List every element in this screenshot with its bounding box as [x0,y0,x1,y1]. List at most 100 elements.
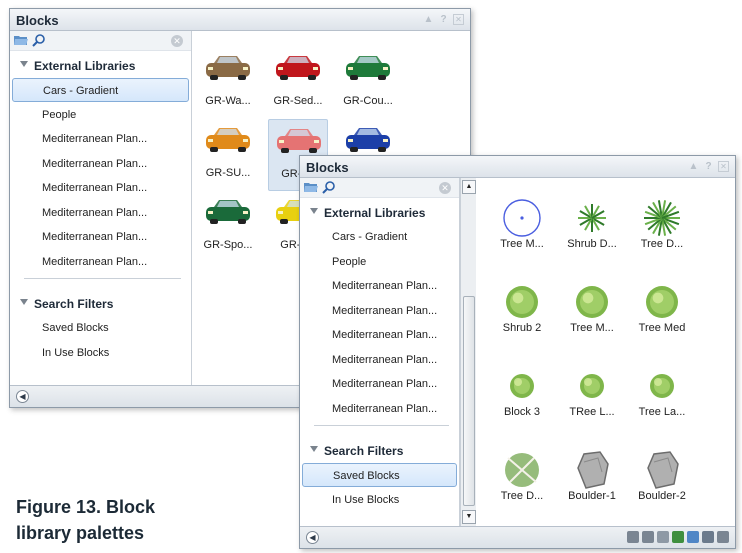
tree-section-label: Search Filters [324,444,404,458]
block-tile[interactable]: Boulder-2 [632,442,692,514]
library-toolbar: ✕ [10,31,191,51]
block-icon[interactable] [627,531,639,543]
tree-item[interactable]: Mediterranean Plan... [12,201,189,225]
palette-title: Blocks [306,160,349,175]
scroll-thumb[interactable] [463,296,475,506]
tree-item[interactable]: Mediterranean Plan... [12,250,189,274]
search-icon[interactable] [32,34,45,47]
block-tile[interactable]: GR-Spo... [198,191,258,263]
tree-section-header[interactable]: Search Filters [300,439,459,463]
front-blocks-palette: Blocks ▲ ? ✕ ✕ External Libraries Cars - … [299,155,736,549]
tree-item[interactable]: Mediterranean Plan... [302,299,457,323]
tree-item-label: Cars - Gradient [43,85,119,97]
tree-item[interactable]: Mediterranean Plan... [12,176,189,200]
expand-triangle-icon[interactable] [310,208,318,214]
block-grid: Tree M... Shrub D... Tree D... Shrub 2 Tree … [480,178,735,526]
palette-titlebar[interactable]: Blocks ▲ ? ✕ [300,156,735,178]
palette-actions [627,531,729,543]
block-label: Boulder-2 [638,490,686,502]
palette-titlebar[interactable]: Blocks ▲ ? ✕ [10,9,470,31]
block-label: Tree Med [638,322,686,334]
tree-item[interactable]: Saved Blocks [302,463,457,487]
folder-open-icon[interactable] [304,182,318,193]
navigate-back-icon[interactable]: ◀ [306,531,319,544]
tree-item-label: Mediterranean Plan... [42,206,148,219]
library-toolbar: ✕ [300,178,459,198]
block-tile[interactable]: Tree D... [632,190,692,262]
tree-item-label: In Use Blocks [332,493,400,506]
tree-item[interactable]: In Use Blocks [302,488,457,512]
palette-statusbar: ◀ [300,526,735,548]
block-label: Shrub D... [567,238,617,250]
block-tile[interactable]: Boulder-1 [562,442,622,514]
tree-item[interactable]: Mediterranean Plan... [12,127,189,151]
folder-icon[interactable] [687,531,699,543]
block-label: GR-Wa... [205,95,251,107]
expand-triangle-icon[interactable] [20,61,28,67]
block-icon[interactable] [642,531,654,543]
folder-open-icon[interactable] [14,35,28,46]
tree-item[interactable]: Cars - Gradient [12,78,189,102]
tree-item[interactable]: People [12,103,189,127]
tree-item[interactable]: Mediterranean Plan... [302,323,457,347]
block-tile[interactable]: GR-SU... [198,119,258,191]
block-tile[interactable]: Block 3 [492,358,552,430]
tree-icon[interactable] [672,531,684,543]
block-tile[interactable]: Tree D... [492,442,552,514]
tree-section-header[interactable]: Search Filters [10,292,191,316]
block-tile[interactable]: GR-Sed... [268,47,328,119]
tree-item[interactable]: Mediterranean Plan... [302,348,457,372]
tree-item[interactable]: Saved Blocks [12,316,189,340]
block-tile[interactable]: Tree M... [562,274,622,346]
section-divider [314,425,449,426]
close-icon[interactable]: ✕ [718,161,729,172]
tree-item-label: Mediterranean Plan... [332,304,438,317]
block-tile[interactable]: TRee L... [562,358,622,430]
block-label: GR-SU... [205,167,251,179]
tree-item[interactable]: Mediterranean Plan... [302,372,457,396]
tree-section-label: Search Filters [34,297,114,311]
help-icon[interactable]: ? [438,14,449,25]
tree-scrollbar[interactable]: ▲ ▼ [460,178,476,526]
pin-icon[interactable]: ▲ [423,14,434,25]
tree-item[interactable]: People [302,250,457,274]
close-icon[interactable]: ✕ [453,14,464,25]
section-divider [24,278,181,279]
tree-item[interactable]: Mediterranean Plan... [12,152,189,176]
scroll-down-button[interactable]: ▼ [462,510,476,524]
caption-line: Figure 13. Block [16,497,156,517]
tree-item[interactable]: Mediterranean Plan... [12,225,189,249]
block-tile[interactable]: Shrub D... [562,190,622,262]
tree-section-label: External Libraries [34,59,136,73]
block-label: Tree D... [640,238,684,250]
figure-caption: Figure 13. Block library palettes [16,494,155,546]
tree-section-header[interactable]: External Libraries [10,54,191,78]
pin-icon[interactable]: ▲ [688,161,699,172]
tree-item[interactable]: In Use Blocks [12,341,189,365]
block-tile[interactable]: GR-Cou... [338,47,398,119]
block-tile[interactable]: GR-Wa... [198,47,258,119]
help-icon[interactable]: ? [703,161,714,172]
navigate-back-icon[interactable]: ◀ [16,390,29,403]
block-tile[interactable]: Tree La... [632,358,692,430]
search-icon[interactable] [322,181,335,194]
tree-section-header[interactable]: External Libraries [300,201,459,225]
block-tile[interactable]: Tree Med [632,274,692,346]
block-tile[interactable]: Shrub 2 [492,274,552,346]
block-label: GR-Cou... [343,95,393,107]
tree-item[interactable]: Cars - Gradient [302,225,457,249]
expand-triangle-icon[interactable] [20,299,28,305]
block-tile[interactable]: Tree M... [492,190,552,262]
trash-icon[interactable] [717,531,729,543]
expand-triangle-icon[interactable] [310,446,318,452]
block-icon[interactable] [657,531,669,543]
tree-item-label: Mediterranean Plan... [332,378,438,390]
clear-search-icon[interactable]: ✕ [439,182,451,194]
tree-item-label: People [42,108,77,121]
tree-item[interactable]: Mediterranean Plan... [302,397,457,421]
export-icon[interactable] [702,531,714,543]
clear-search-icon[interactable]: ✕ [171,35,183,47]
tree-item[interactable]: Mediterranean Plan... [302,274,457,298]
block-label: Shrub 2 [502,322,542,334]
scroll-up-button[interactable]: ▲ [462,180,476,194]
